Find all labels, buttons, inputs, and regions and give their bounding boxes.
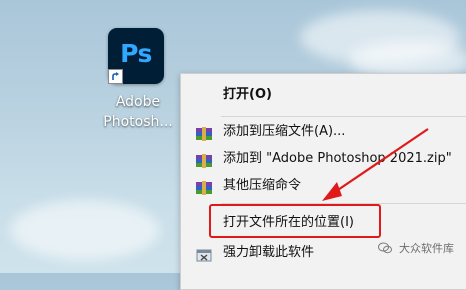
watermark-text: 大众软件库 bbox=[399, 242, 454, 255]
wechat-icon bbox=[377, 242, 392, 254]
watermark: 大众软件库 bbox=[377, 240, 454, 256]
annotation-arrow bbox=[322, 128, 429, 201]
